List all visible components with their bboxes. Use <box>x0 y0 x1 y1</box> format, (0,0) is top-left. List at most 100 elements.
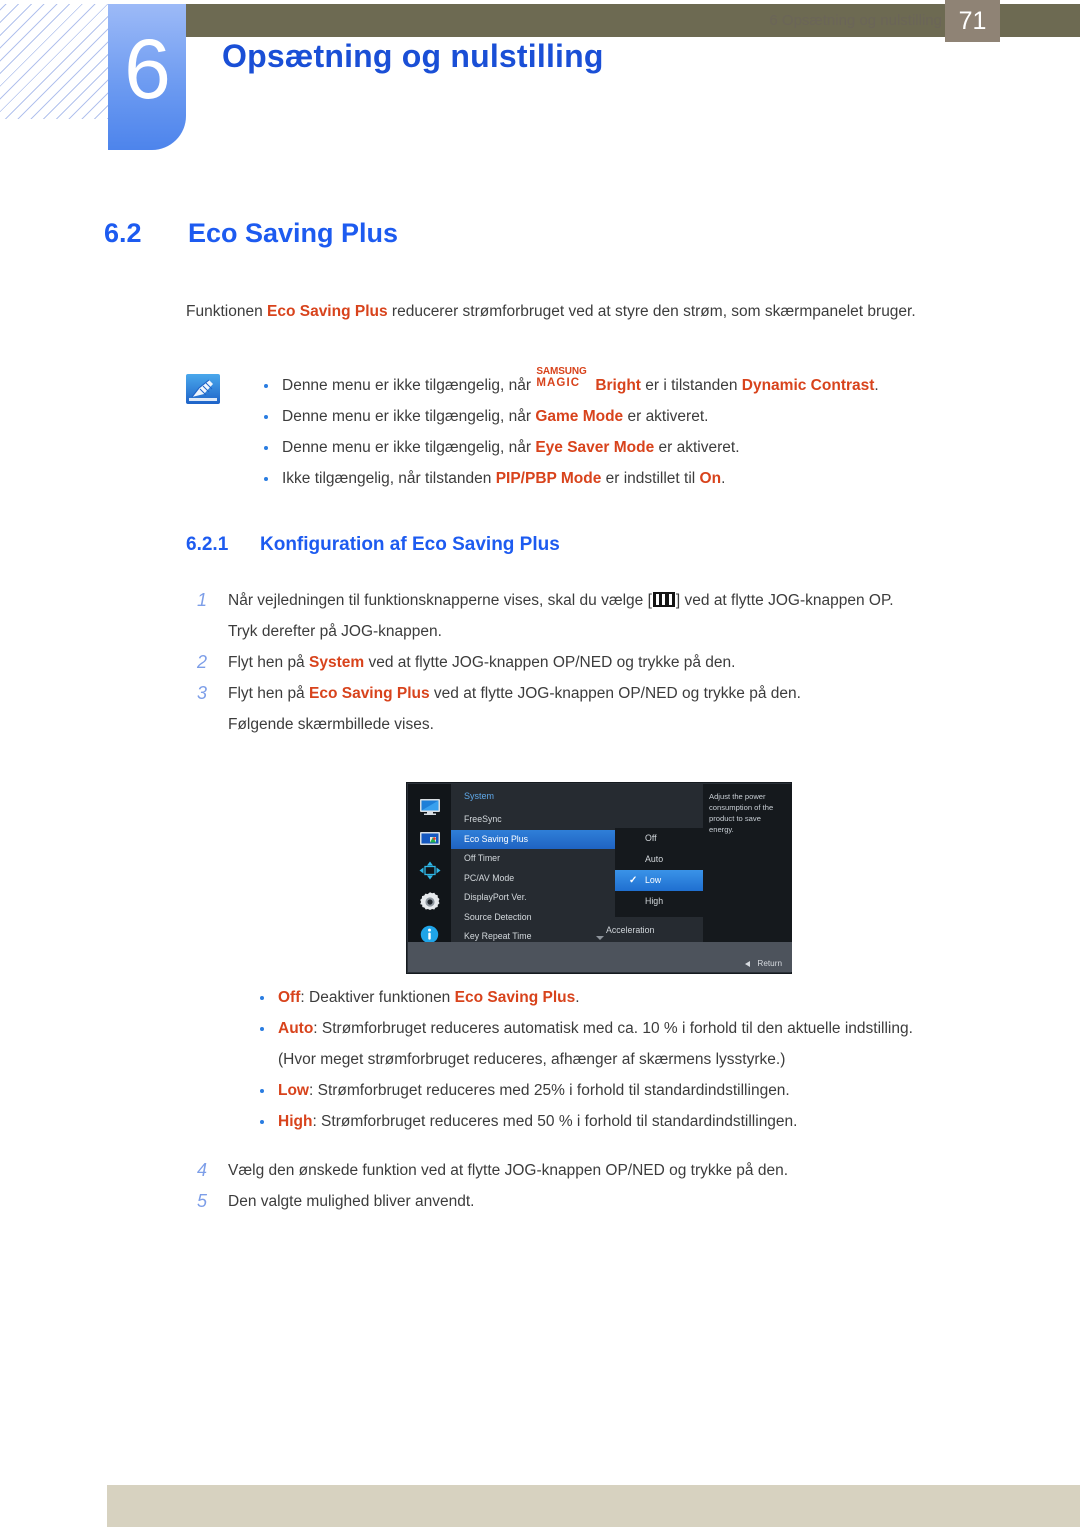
magicbright-logo: SAMSUNG MAGIC <box>536 367 594 391</box>
option-off-term: Eco Saving Plus <box>454 989 576 1006</box>
step-3: 3 Flyt hen på Eco Saving Plus ved at fly… <box>186 678 1016 740</box>
note-term: Dynamic Contrast <box>741 377 875 394</box>
option-auto: Auto: Strømforbruget reduceres automatis… <box>230 1013 1020 1044</box>
chapter-title: Opsætning og nulstilling <box>222 38 604 74</box>
osd-menu-item-freesync[interactable]: FreeSync <box>451 810 703 830</box>
option-low-text: : Strømforbruget reduceres med 25% i for… <box>309 1082 790 1099</box>
option-off-text: : Deaktiver funktionen <box>300 989 455 1006</box>
options-list: Off: Deaktiver funktionen Eco Saving Plu… <box>230 982 1020 1137</box>
intro-text-c: reducerer strømforbruget ved at styre de… <box>387 303 916 320</box>
magicbright-samsung: SAMSUNG <box>536 366 587 377</box>
option-low: Low: Strømforbruget reduceres med 25% i … <box>230 1075 1020 1106</box>
magicbright-magic: MAGIC <box>536 377 581 389</box>
note-text-b: er i tilstanden <box>640 377 742 394</box>
option-high-name: High <box>278 1113 313 1130</box>
osd-return-button[interactable]: Return <box>745 959 782 968</box>
osd-return-label: Return <box>757 959 782 968</box>
option-high: High: Strømforbruget reduceres med 50 % … <box>230 1106 1020 1137</box>
option-off-period: . <box>575 989 580 1006</box>
section-heading: 6.2 Eco Saving Plus <box>104 218 398 249</box>
step-1: 1 Når vejledningen til funktionsknappern… <box>186 585 1016 647</box>
display-icon[interactable] <box>417 796 443 816</box>
section-title: Eco Saving Plus <box>188 218 399 248</box>
menu-bars-icon <box>652 592 675 607</box>
subsection-number: 6.2.1 <box>186 534 229 555</box>
note-term: PIP/PBP Mode <box>495 470 602 487</box>
osd-panel-title: System <box>464 791 495 801</box>
note-text-a: Denne menu er ikke tilgængelig, når <box>282 377 536 394</box>
note-text-a: Denne menu er ikke tilgængelig, når <box>282 439 536 456</box>
note-term: Game Mode <box>535 408 624 425</box>
note-list: Denne menu er ikke tilgængelig, når SAMS… <box>230 367 1016 494</box>
step-2-number: 2 <box>196 652 207 672</box>
step-5-text: Den valgte mulighed bliver anvendt. <box>228 1193 475 1210</box>
osd-help-text: Adjust the power consumption of the prod… <box>703 784 792 944</box>
subsection-title: Konfiguration af Eco Saving Plus <box>260 534 560 555</box>
option-auto-note: (Hvor meget strømforbruget reduceres, af… <box>278 1051 786 1068</box>
step-2-line1: Flyt hen på System ved at flytte JOG-kna… <box>228 647 1016 678</box>
osd-key-repeat-value: Acceleration <box>606 925 655 935</box>
step-1-line2: Tryk derefter på JOG-knappen. <box>228 623 442 640</box>
steps-group-top: 1 Når vejledningen til funktionsknappern… <box>186 585 1016 740</box>
note-item: Ikke tilgængelig, når tilstanden PIP/PBP… <box>230 463 1016 494</box>
option-low-name: Low <box>278 1082 309 1099</box>
note-pen-icon <box>186 374 220 404</box>
header-hatch-pattern <box>0 4 108 119</box>
footer-chapter-label: 6 Opsætning og nulstilling <box>769 12 942 29</box>
step-3-line2: Følgende skærmbillede vises. <box>228 716 434 733</box>
step-3-term: Eco Saving Plus <box>309 685 430 702</box>
step-3-text-b: ved at flytte JOG-knappen OP/NED og tryk… <box>429 685 801 702</box>
info-icon[interactable] <box>417 924 443 944</box>
step-3-text-a: Flyt hen på <box>228 685 309 702</box>
intro-text-a: Funktionen <box>186 303 267 320</box>
step-4: 4 Vælg den ønskede funktion ved at flytt… <box>186 1155 1016 1186</box>
steps-group-bottom: 4 Vælg den ønskede funktion ved at flytt… <box>186 1155 1016 1217</box>
note-term: Eye Saver Mode <box>535 439 655 456</box>
left-triangle-icon <box>745 960 751 967</box>
subsection-heading: 6.2.1 Konfiguration af Eco Saving Plus <box>186 534 560 556</box>
note-term-on: On <box>699 470 722 487</box>
osd-footer-bar: Return <box>408 942 792 972</box>
step-3-number: 3 <box>196 683 207 703</box>
footer-page-number: 71 <box>945 0 1000 42</box>
osd-menu-panel: System FreeSync Eco Saving Plus Off Time… <box>451 784 747 944</box>
note-item: Denne menu er ikke tilgængelig, når Game… <box>230 401 1016 432</box>
step-2-term: System <box>309 654 365 671</box>
osd-screenshot: System FreeSync Eco Saving Plus Off Time… <box>406 782 792 974</box>
option-auto-name: Auto <box>278 1020 314 1037</box>
note-text-d: er indstillet til <box>601 470 700 487</box>
osd-icon-rail <box>408 784 451 944</box>
note-box: Denne menu er ikke tilgængelig, når SAMS… <box>186 367 1016 494</box>
osd-scroll-down-caret[interactable] <box>596 936 604 940</box>
note-text-d: er aktiveret. <box>623 408 709 425</box>
gear-icon[interactable] <box>417 892 443 912</box>
step-1-text-b: ] ved at flytte JOG-knappen OP. <box>675 592 894 609</box>
chapter-number: 6 <box>124 22 171 116</box>
step-5-number: 5 <box>196 1191 207 1211</box>
note-text-d: er aktiveret. <box>654 439 740 456</box>
note-text-d: . <box>874 377 879 394</box>
check-icon: ✓ <box>629 875 638 886</box>
note-text-a: Denne menu er ikke tilgængelig, når <box>282 408 536 425</box>
intro-term: Eco Saving Plus <box>267 303 388 320</box>
osd-submenu-item-low-label: Low <box>645 875 662 885</box>
step-4-text: Vælg den ønskede funktion ved at flytte … <box>228 1162 789 1179</box>
intro-paragraph: Funktionen Eco Saving Plus reducerer str… <box>186 296 986 327</box>
option-off-name: Off <box>278 989 301 1006</box>
footer-bar <box>107 1485 1080 1527</box>
step-1-text-a: Når vejledningen til funktionsknapperne … <box>228 592 652 609</box>
step-3-line1: Flyt hen på Eco Saving Plus ved at flytt… <box>228 678 1016 709</box>
step-1-number: 1 <box>196 590 207 610</box>
picture-icon[interactable] <box>417 828 443 848</box>
note-item: Denne menu er ikke tilgængelig, når Eye … <box>230 432 1016 463</box>
option-auto-text: : Strømforbruget reduceres automatisk me… <box>313 1020 913 1037</box>
document-page: 6 Opsætning og nulstilling 6.2 Eco Savin… <box>0 0 1080 1527</box>
step-5: 5 Den valgte mulighed bliver anvendt. <box>186 1186 1016 1217</box>
note-text-a: Ikke tilgængelig, når tilstanden <box>282 470 496 487</box>
step-4-number: 4 <box>196 1160 207 1180</box>
step-2: 2 Flyt hen på System ved at flytte JOG-k… <box>186 647 1016 678</box>
pip-arrows-icon[interactable] <box>417 860 443 880</box>
note-text-f: . <box>721 470 726 487</box>
option-off: Off: Deaktiver funktionen Eco Saving Plu… <box>230 982 1020 1013</box>
note-item: Denne menu er ikke tilgængelig, når SAMS… <box>230 367 1016 401</box>
